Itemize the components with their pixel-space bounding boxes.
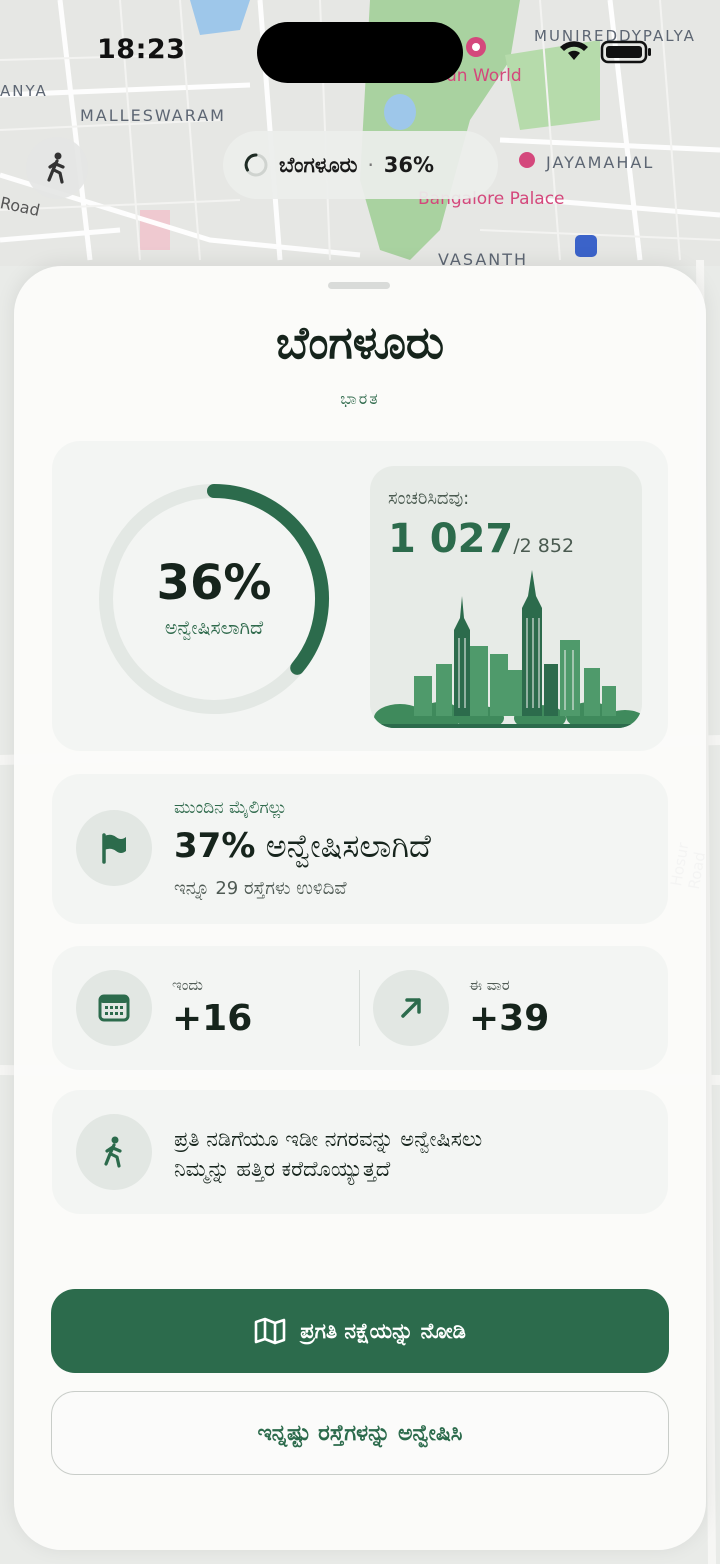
stats-divider <box>359 970 360 1046</box>
traveled-count: 1 027/2 852 <box>388 516 574 562</box>
milestone-icon-badge <box>76 810 152 886</box>
pill-percent: 36% <box>383 153 435 177</box>
arrow-up-right-icon <box>401 998 421 1018</box>
walking-person-icon <box>47 152 65 184</box>
next-milestone-card: ಮುಂದಿನ ಮೈಲಿಗಲ್ಲು 37% ಅನ್ವೇಷಿಸಲಾಗಿದೆ ಇನ್ನ… <box>52 774 668 924</box>
status-icons <box>560 40 651 64</box>
progress-ring: 36% ಅನ್ವೇಷಿಸಲಾಗಿದೆ <box>94 479 334 719</box>
today-label: ಇಂದು <box>172 976 203 994</box>
motivation-text: ಪ್ರತಿ ನಡಿಗೆಯೂ ಇಡೀ ನಗರವನ್ನು ಅನ್ವೇಷಿಸಲು ನಿ… <box>174 1124 644 1184</box>
milestone-percent: 37% <box>174 826 256 866</box>
pill-city-name: ಬೆಂಗಳೂರು <box>279 152 358 177</box>
city-title: ಬೆಂಗಳೂರು <box>275 316 445 369</box>
explore-more-streets-button[interactable]: ಇನ್ನಷ್ಟು ರಸ್ತೆಗಳನ್ನು ಅನ್ವೇಷಿಸಿ <box>51 1391 669 1475</box>
traveled-panel: ಸಂಚರಿಸಿದವು: 1 027/2 852 <box>370 466 642 728</box>
traveled-count-value: 1 027 <box>388 516 514 562</box>
motivation-icon-badge <box>76 1114 152 1190</box>
dynamic-island <box>257 22 463 83</box>
week-value: +39 <box>469 998 550 1039</box>
today-icon-badge <box>76 970 152 1046</box>
traveled-total: /2 852 <box>513 535 575 557</box>
city-progress-pill[interactable]: ಬೆಂಗಳೂರು · 36% <box>223 131 498 199</box>
sheet-grabber[interactable] <box>328 282 390 289</box>
progress-card: 36% ಅನ್ವೇಷಿಸಲಾಗಿದೆ ಸಂಚರಿಸಿದವು: 1 027/2 8… <box>52 441 668 751</box>
motivation-card: ಪ್ರತಿ ನಡಿಗೆಯೂ ಇಡೀ ನಗರವನ್ನು ಅನ್ವೇಷಿಸಲು ನಿ… <box>52 1090 668 1214</box>
week-icon-badge <box>373 970 449 1046</box>
progress-percent: 36% <box>156 555 272 611</box>
milestone-headline: 37% ಅನ್ವೇಷಿಸಲಾಗಿದೆ <box>174 826 431 866</box>
view-progress-map-button[interactable]: ಪ್ರಗತಿ ನಕ್ಷೆಯನ್ನು ನೋಡಿ <box>51 1289 669 1373</box>
milestone-label: ಮುಂದಿನ ಮೈಲಿಗಲ್ಲು <box>174 798 288 818</box>
walking-person-icon <box>104 1136 122 1168</box>
milestone-explored: ಅನ್ವೇಷಿಸಲಾಗಿದೆ <box>265 827 431 865</box>
map-label-anya: ANYA <box>0 82 48 100</box>
progress-spinner-icon <box>244 153 268 177</box>
map-label-malleswaram: MALLESWARAM <box>80 106 226 125</box>
flag-icon <box>102 833 126 864</box>
map-label-jayamahal: JAYAMAHAL <box>546 153 655 172</box>
city-skyline-illustration <box>370 570 642 728</box>
progress-explored-label: ಅನ್ವೇಷಿಸಲಾಗಿದೆ <box>164 617 264 639</box>
battery-icon <box>600 40 651 64</box>
week-label: ಈ ವಾರ <box>469 976 510 994</box>
status-time: 18:23 <box>97 34 186 65</box>
pill-separator: · <box>367 153 374 177</box>
milestone-remaining: ಇನ್ನೂ 29 ರಸ್ತೆಗಳು ಉಳಿದಿವೆ <box>174 878 347 899</box>
today-value: +16 <box>172 998 253 1039</box>
city-progress-sheet: ಬೆಂಗಳೂರು ಭಾರತ 36% ಅನ್ವೇಷಿಸಲಾಗಿದೆ ಸಂಚರಿಸಿ… <box>14 266 706 1550</box>
motivation-line-1: ಪ್ರತಿ ನಡಿಗೆಯೂ ಇಡೀ ನಗರವನ್ನು ಅನ್ವೇಷಿಸಲು <box>174 1127 483 1151</box>
calendar-icon <box>98 994 130 1022</box>
map-icon <box>254 1317 286 1345</box>
view-progress-map-label: ಪ್ರಗತಿ ನಕ್ಷೆಯನ್ನು ನೋಡಿ <box>300 1318 466 1343</box>
wifi-icon <box>560 41 588 60</box>
motivation-line-2: ನಿಮ್ಮನ್ನು ಹತ್ತಿರ ಕರೆದೊಯ್ಯುತ್ತದೆ <box>174 1157 391 1181</box>
activity-stats-card: ಇಂದು +16 ಈ ವಾರ +39 <box>52 946 668 1070</box>
country-label: ಭಾರತ <box>340 389 380 408</box>
explore-more-streets-label: ಇನ್ನಷ್ಟು ರಸ್ತೆಗಳನ್ನು ಅನ್ವೇಷಿಸಿ <box>257 1420 463 1446</box>
traveled-label: ಸಂಚರಿಸಿದವು: <box>388 488 470 509</box>
walk-mode-button[interactable] <box>26 137 88 199</box>
